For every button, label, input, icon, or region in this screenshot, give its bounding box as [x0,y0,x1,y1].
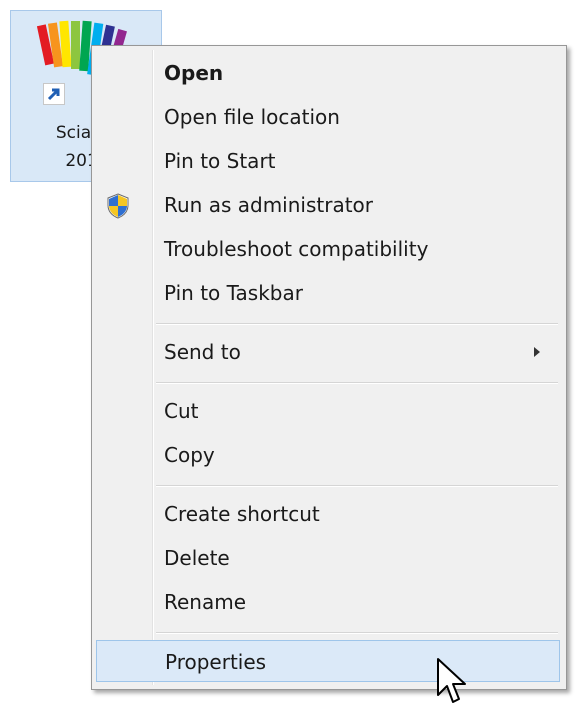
menu-item-open-file-location[interactable]: Open file location [96,96,560,138]
menu-item-label: Send to [164,340,241,364]
menu-separator [156,632,558,634]
uac-shield-icon [107,193,129,219]
menu-item-properties[interactable]: Properties [96,640,560,682]
menu-item-rename[interactable]: Rename [96,581,560,623]
menu-item-label: Cut [164,399,199,423]
menu-item-label: Copy [164,443,215,467]
mouse-pointer-icon [437,658,466,703]
menu-item-troubleshoot-compatibility[interactable]: Troubleshoot compatibility [96,228,560,270]
menu-item-send-to[interactable]: Send to [96,331,560,373]
menu-item-label: Pin to Start [164,149,276,173]
menu-item-label: Delete [164,546,230,570]
menu-item-pin-to-taskbar[interactable]: Pin to Taskbar [96,272,560,314]
menu-item-run-as-administrator[interactable]: Run as administrator [96,184,560,226]
menu-item-label: Create shortcut [164,502,320,526]
menu-item-label: Open file location [164,105,340,129]
menu-item-label: Open [164,61,224,85]
menu-separator [156,485,558,487]
submenu-arrow-icon [534,347,540,357]
shortcut-arrow-icon [43,83,65,105]
menu-item-label: Rename [164,590,247,614]
menu-item-delete[interactable]: Delete [96,537,560,579]
menu-item-pin-to-start[interactable]: Pin to Start [96,140,560,182]
menu-separator [156,323,558,325]
menu-item-create-shortcut[interactable]: Create shortcut [96,493,560,535]
menu-item-open[interactable]: Open [96,52,560,94]
menu-item-copy[interactable]: Copy [96,434,560,476]
menu-separator [156,382,558,384]
menu-item-label: Run as administrator [164,193,374,217]
menu-item-label: Pin to Taskbar [164,281,303,305]
menu-item-cut[interactable]: Cut [96,390,560,432]
context-menu: Open Open file location Pin to Start Run… [91,45,567,690]
menu-item-label: Troubleshoot compatibility [164,237,429,261]
menu-item-label: Properties [165,650,267,674]
